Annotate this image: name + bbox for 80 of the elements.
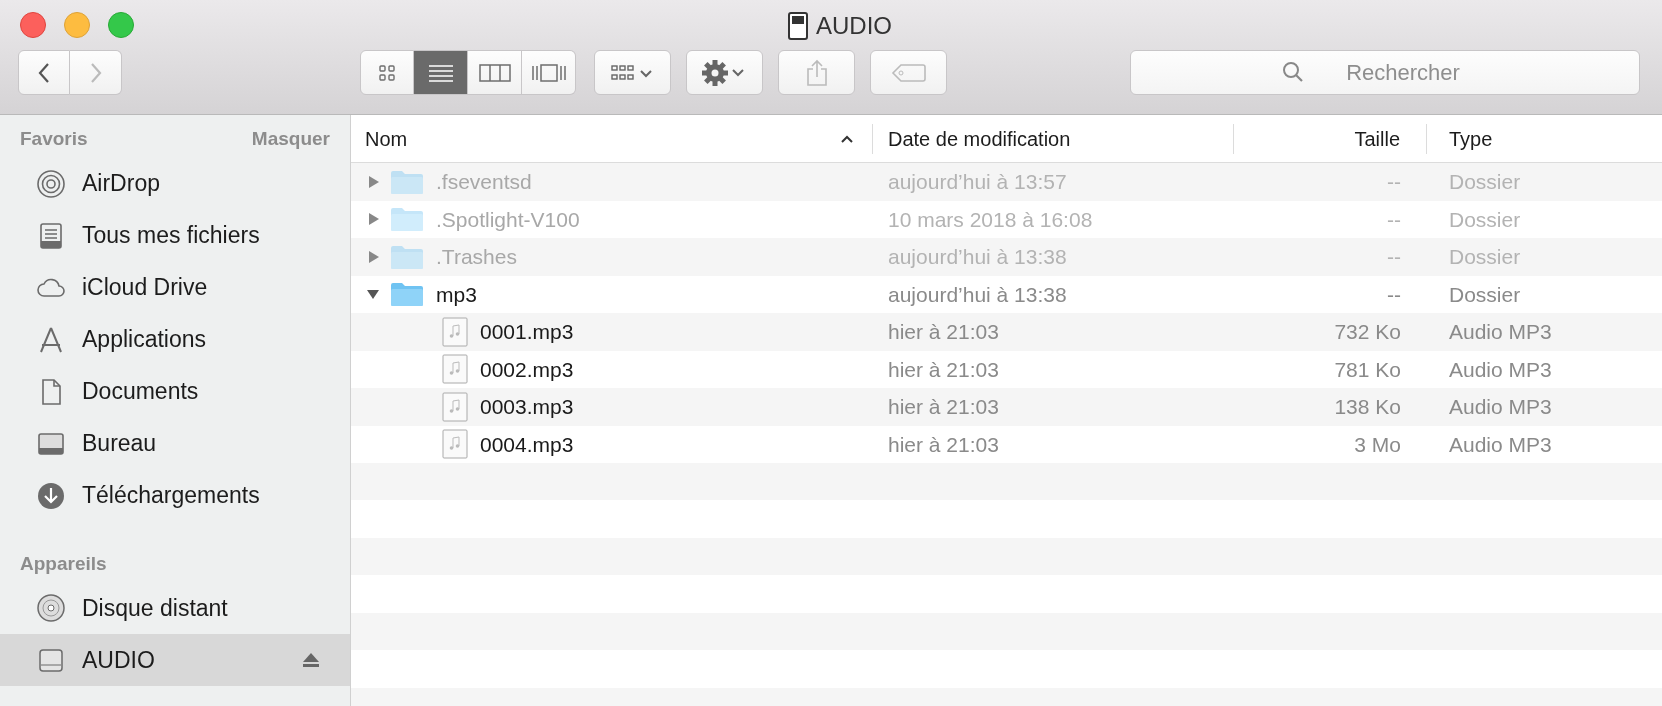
modified-date: hier à 21:03 (888, 432, 999, 456)
file-name: 0003.mp3 (480, 394, 574, 420)
modified-date: hier à 21:03 (888, 320, 999, 343)
sidebar-item[interactable]: Bureau (0, 417, 350, 470)
file-name: .Trashes (436, 244, 517, 270)
file-type: Audio MP3 (1449, 320, 1552, 343)
view-mode-button[interactable] (414, 50, 468, 95)
file-name: mp3 (436, 281, 477, 308)
modified-date: aujourd’hui à 13:38 (888, 282, 1067, 306)
section-heading: Favoris (20, 127, 88, 151)
close-button[interactable] (20, 12, 46, 38)
sidebar-item[interactable]: Documents (0, 365, 350, 418)
file-type: Dossier (1449, 282, 1521, 306)
file-type: Dossier (1449, 245, 1521, 268)
group-button[interactable] (594, 50, 671, 95)
file-size: -- (1387, 244, 1401, 270)
audio-file-icon (442, 429, 468, 460)
file-type: Audio MP3 (1449, 357, 1552, 381)
column-header[interactable]: Date de modification (873, 123, 1234, 154)
share-icon (805, 58, 828, 87)
file-size: -- (1387, 206, 1401, 233)
column-header[interactable]: Nom (351, 123, 873, 154)
audio-file-icon (442, 391, 468, 422)
view-mode-button[interactable] (360, 50, 414, 95)
sidebar-item[interactable]: Téléchargements (0, 469, 350, 522)
file-size: 732 Ko (1334, 319, 1401, 345)
download-icon (36, 480, 66, 511)
column-header[interactable]: Type (1427, 123, 1662, 154)
file-type: Dossier (1449, 207, 1521, 231)
back-button[interactable] (18, 50, 70, 95)
share-button[interactable] (778, 50, 855, 95)
list-view-icon (427, 62, 454, 83)
modified-date: hier à 21:03 (888, 395, 999, 418)
sidebar-item[interactable]: Disque distant (0, 582, 350, 634)
window-title: AUDIO (816, 11, 892, 41)
forward-button[interactable] (70, 50, 122, 95)
view-mode-button[interactable] (522, 50, 576, 95)
file-name: 0004.mp3 (480, 431, 574, 458)
tag-button[interactable] (870, 50, 947, 95)
sidebar-item[interactable]: iCloud Drive (0, 261, 350, 314)
section-heading: Appareils (20, 551, 107, 576)
file-name: 0001.mp3 (480, 319, 574, 345)
modified-date: 10 mars 2018 à 16:08 (888, 207, 1093, 231)
wireless-icon (36, 168, 66, 199)
gallery-view-icon (530, 62, 567, 83)
columns-view-icon (478, 62, 511, 83)
sidebar-item[interactable]: AirDrop (0, 157, 350, 210)
sd-card-icon (788, 12, 808, 40)
file-size: -- (1387, 281, 1401, 308)
search-field[interactable]: Rechercher (1130, 50, 1640, 95)
file-type: Audio MP3 (1449, 432, 1552, 456)
column-header[interactable]: Taille (1234, 123, 1427, 154)
icon-view-icon (377, 62, 397, 83)
search-icon (1282, 61, 1304, 83)
modified-date: aujourd’hui à 13:57 (888, 170, 1067, 193)
sort-chevron-icon (840, 133, 854, 144)
file-type: Audio MP3 (1449, 395, 1552, 418)
file-size: 3 Mo (1354, 431, 1401, 458)
file-name: 0002.mp3 (480, 356, 574, 383)
sidebar-item[interactable]: Applications (0, 313, 350, 366)
file-type: Dossier (1449, 170, 1521, 193)
modified-date: aujourd’hui à 13:38 (888, 245, 1067, 268)
zoom-button[interactable] (108, 12, 134, 38)
action-button[interactable] (686, 50, 763, 95)
modified-date: hier à 21:03 (888, 357, 999, 381)
disc-icon (36, 593, 66, 623)
sidebar-item[interactable]: Tous mes fichiers (0, 209, 350, 262)
tag-icon (890, 62, 927, 83)
file-name: .fseventsd (436, 169, 532, 195)
grid-menu-icon (610, 62, 655, 83)
minimize-button[interactable] (64, 12, 90, 38)
eject-icon[interactable] (302, 652, 320, 668)
file-size: -- (1387, 169, 1401, 195)
file-size: 781 Ko (1334, 356, 1401, 383)
file-name: .Spotlight-V100 (436, 206, 580, 233)
file-size: 138 Ko (1334, 394, 1401, 420)
audio-file-icon (442, 354, 468, 385)
view-mode-button[interactable] (468, 50, 522, 95)
audio-file-icon (442, 316, 468, 347)
sidebar-item[interactable]: AUDIO (0, 634, 350, 686)
